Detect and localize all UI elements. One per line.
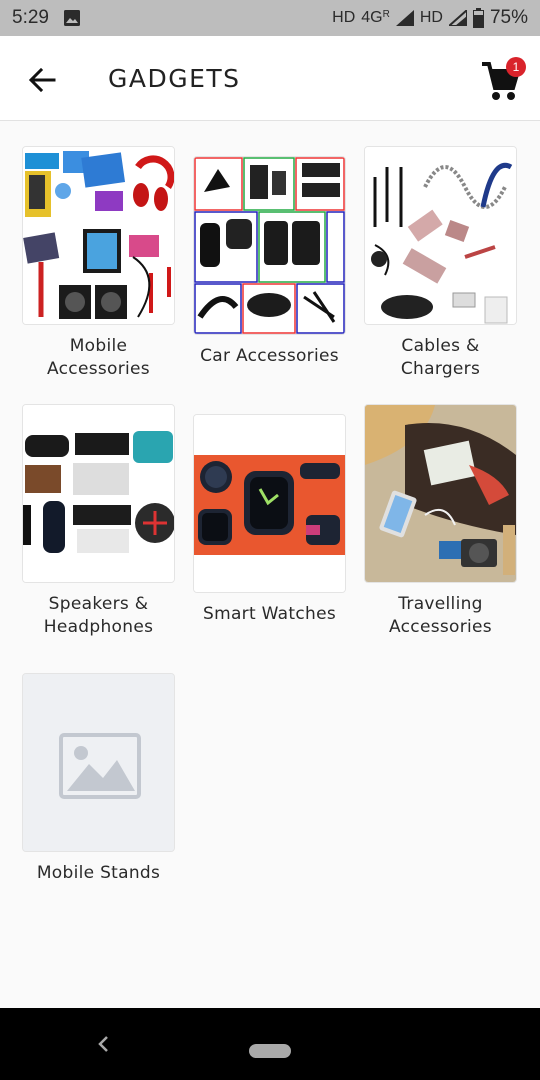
status-left: 5:29 bbox=[12, 7, 81, 29]
category-label-line1: Speakers & bbox=[48, 594, 149, 614]
category-label: Mobile Stands bbox=[22, 862, 175, 885]
category-label-line2: Headphones bbox=[43, 617, 154, 637]
signal-icon bbox=[448, 10, 467, 26]
page-title: GADGETS bbox=[108, 64, 241, 93]
category-label: Car Accessories bbox=[193, 345, 346, 368]
category-speakers-headphones[interactable]: Speakers & Headphones bbox=[22, 404, 175, 639]
roaming-label: R bbox=[382, 8, 390, 20]
category-smart-watches[interactable]: Smart Watches bbox=[193, 414, 346, 626]
battery-icon bbox=[472, 8, 484, 28]
home-pill[interactable] bbox=[249, 1044, 291, 1058]
category-image bbox=[22, 673, 175, 852]
category-label-line1: Car Accessories bbox=[200, 346, 339, 366]
category-mobile-stands[interactable]: Mobile Stands bbox=[22, 673, 175, 885]
category-image bbox=[22, 404, 175, 583]
category-image bbox=[364, 404, 517, 583]
gallery-icon bbox=[63, 10, 80, 26]
status-bar: 5:29 HD 4G R HD 75% bbox=[0, 0, 540, 36]
category-car-accessories[interactable]: Car Accessories bbox=[193, 156, 346, 368]
category-travelling-accessories[interactable]: Travelling Accessories bbox=[364, 404, 517, 639]
category-label-line2: Accessories bbox=[47, 359, 150, 379]
category-label: Speakers & Headphones bbox=[22, 593, 175, 639]
category-mobile-accessories[interactable]: Mobile Accessories bbox=[22, 146, 175, 381]
category-label-line1: Travelling bbox=[398, 594, 483, 614]
category-label-line2: Accessories bbox=[389, 617, 492, 637]
network-hd-label-2: HD bbox=[419, 9, 443, 26]
category-label-line1: Cables & bbox=[401, 336, 480, 356]
nav-back-icon[interactable] bbox=[92, 1032, 116, 1056]
category-cables-chargers[interactable]: Cables & Chargers bbox=[364, 146, 517, 381]
cables-chargers-image bbox=[365, 147, 516, 324]
arrow-left-icon bbox=[28, 68, 56, 92]
category-label: Cables & Chargers bbox=[364, 335, 517, 381]
cart-count-badge: 1 bbox=[506, 57, 526, 77]
mobile-accessories-image bbox=[23, 147, 174, 324]
car-accessories-image bbox=[194, 157, 345, 334]
status-time: 5:29 bbox=[12, 7, 49, 28]
category-label: Mobile Accessories bbox=[22, 335, 175, 381]
app-bar: GADGETS 1 bbox=[0, 36, 540, 121]
back-button[interactable] bbox=[24, 62, 60, 98]
category-label-line1: Smart Watches bbox=[203, 604, 336, 624]
category-image bbox=[22, 146, 175, 325]
category-image bbox=[193, 156, 346, 335]
signal-icon bbox=[395, 10, 414, 26]
network-type-label: 4G bbox=[361, 9, 383, 26]
category-label-line2: Chargers bbox=[400, 359, 481, 379]
status-right: HD 4G R HD 75% bbox=[332, 7, 528, 29]
cart-button[interactable]: 1 bbox=[480, 56, 528, 104]
smart-watches-image bbox=[194, 415, 345, 592]
category-label-line1: Mobile Stands bbox=[36, 863, 161, 883]
category-label-line1: Mobile bbox=[69, 336, 128, 356]
network-hd-label: HD bbox=[332, 9, 356, 26]
category-image bbox=[193, 414, 346, 593]
image-placeholder-icon bbox=[23, 674, 174, 851]
battery-percent: 75% bbox=[489, 7, 528, 28]
travelling-accessories-image bbox=[365, 405, 516, 582]
system-nav-bar bbox=[0, 1008, 540, 1080]
category-image bbox=[364, 146, 517, 325]
speakers-headphones-image bbox=[23, 405, 174, 582]
category-label: Travelling Accessories bbox=[364, 593, 517, 639]
category-label: Smart Watches bbox=[193, 603, 346, 626]
